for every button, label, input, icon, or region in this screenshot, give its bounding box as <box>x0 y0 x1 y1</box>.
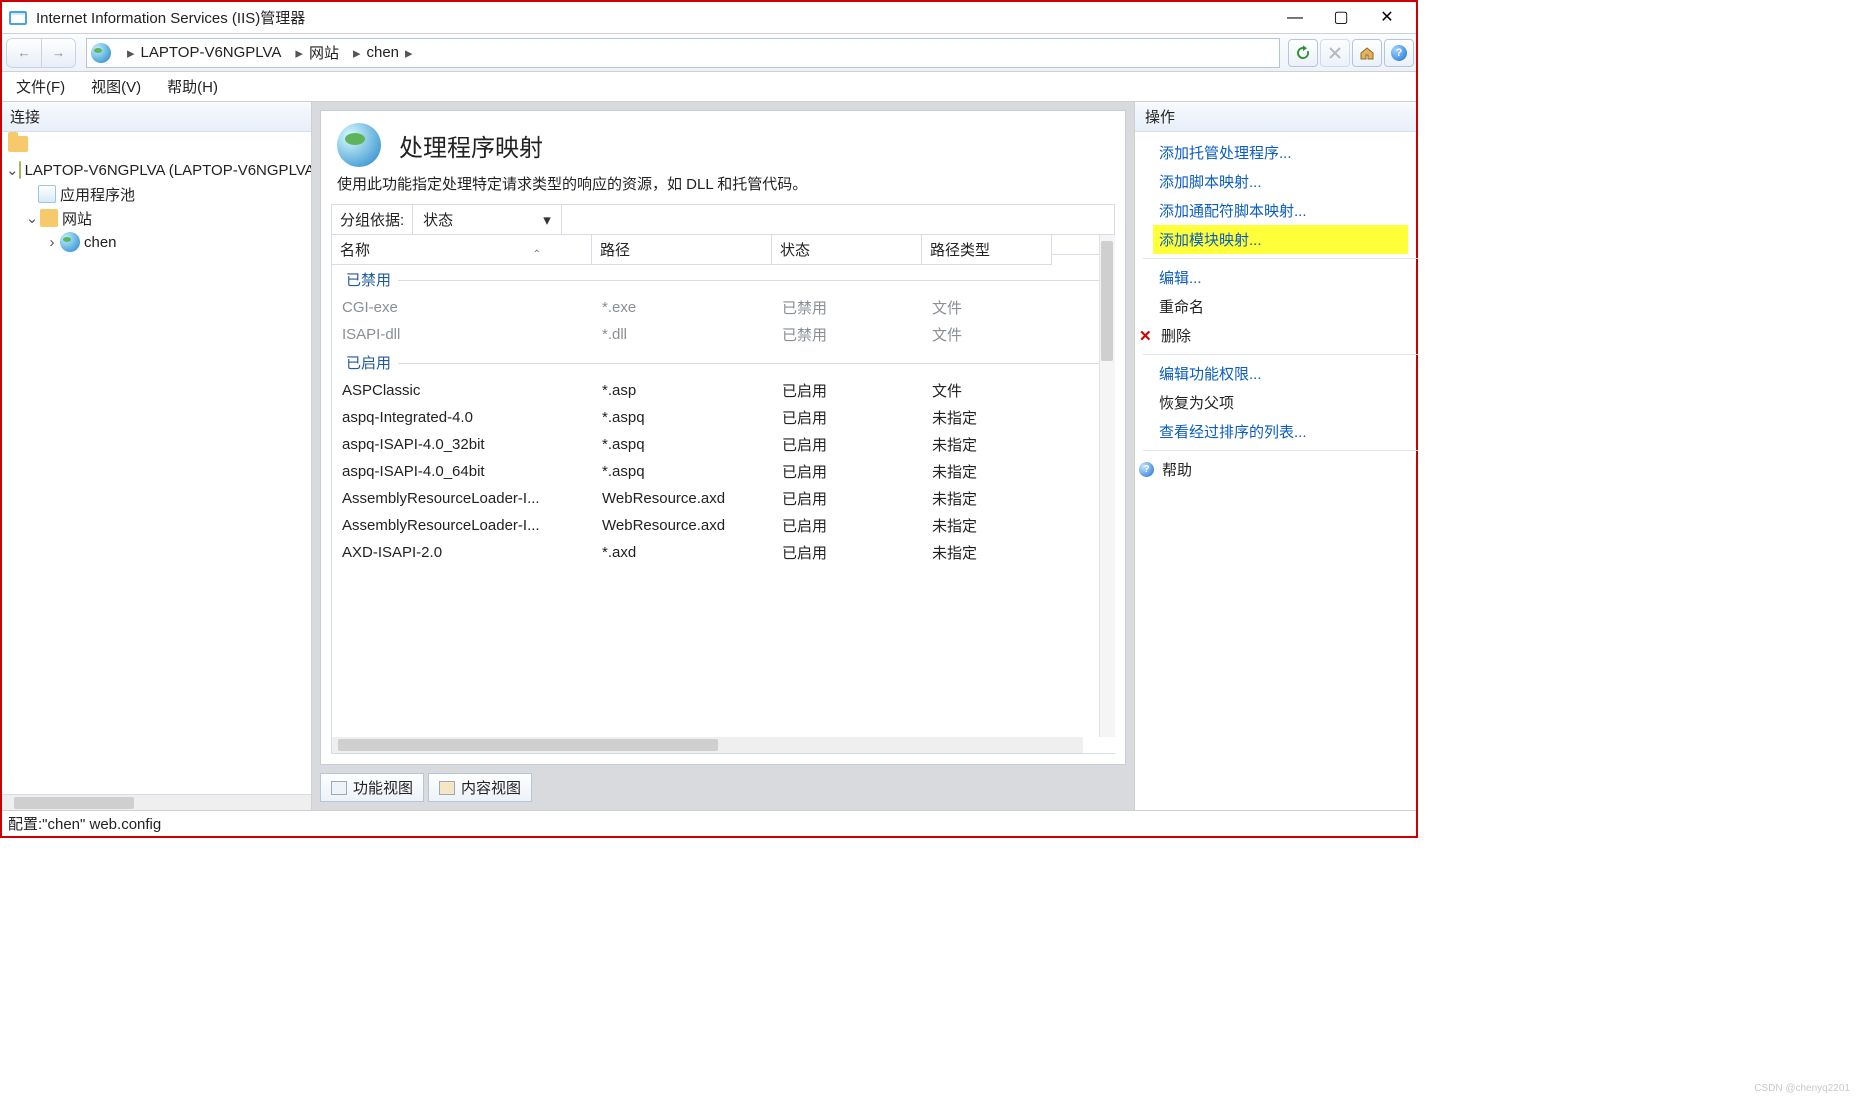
feature-icon <box>337 123 381 167</box>
grid-row[interactable]: aspq-ISAPI-4.0_32bit*.aspq已启用未指定 <box>332 431 1115 458</box>
action-rename[interactable]: 重命名 <box>1153 292 1408 321</box>
grid-row[interactable]: aspq-Integrated-4.0*.aspq已启用未指定 <box>332 404 1115 431</box>
grid-row[interactable]: ISAPI-dll*.dll已禁用文件 <box>332 321 1115 348</box>
help-icon: ? <box>1139 462 1154 477</box>
folder-icon[interactable] <box>8 136 28 152</box>
action-add-managed-handler[interactable]: 添加托管处理程序... <box>1153 138 1408 167</box>
connections-pane: 连接 ⌄ LAPTOP-V6NGPLVA (LAPTOP-V6NGPLVA\use… <box>2 102 312 810</box>
close-button[interactable]: ✕ <box>1364 4 1410 32</box>
action-edit-feature-permissions[interactable]: 编辑功能权限... <box>1153 359 1408 388</box>
col-name[interactable]: 名称 <box>332 235 592 265</box>
tree-sites[interactable]: 网站 <box>62 208 92 229</box>
group-disabled[interactable]: 已禁用 <box>332 265 1115 294</box>
separator <box>1143 354 1418 355</box>
group-by-label: 分组依据: <box>332 205 413 234</box>
action-add-module-map[interactable]: 添加模块映射... <box>1153 225 1408 254</box>
grid-hscroll[interactable] <box>332 737 1083 753</box>
grid-body[interactable]: 已禁用 CGI-exe*.exe已禁用文件 ISAPI-dll*.dll已禁用文… <box>332 265 1115 566</box>
main-panel: 处理程序映射 使用此功能指定处理特定请求类型的响应的资源，如 DLL 和托管代码… <box>320 110 1126 765</box>
grid-row[interactable]: aspq-ISAPI-4.0_64bit*.aspq已启用未指定 <box>332 458 1115 485</box>
window-title: Internet Information Services (IIS)管理器 <box>36 7 1272 28</box>
forward-button[interactable]: → <box>41 39 75 67</box>
watermark: CSDN @chenyq2201 <box>1754 1083 1850 1094</box>
grid-row[interactable]: AssemblyResourceLoader-I...WebResource.a… <box>332 512 1115 539</box>
menu-bar: 文件(F) 视图(V) 帮助(H) <box>2 72 1416 102</box>
tab-content-view[interactable]: 内容视图 <box>428 773 532 802</box>
page-title: 处理程序映射 <box>399 128 543 163</box>
sites-folder-icon <box>40 209 58 227</box>
col-path[interactable]: 路径 <box>592 235 772 265</box>
actions-title: 操作 <box>1135 102 1416 132</box>
grid-row[interactable]: AssemblyResourceLoader-I...WebResource.a… <box>332 485 1115 512</box>
delete-icon: ✕ <box>1139 327 1153 345</box>
separator <box>1143 450 1418 451</box>
status-bar: 配置:"chen" web.config CSDN @chenyq2201 <box>2 810 1416 836</box>
crumb-host[interactable]: LAPTOP-V6NGPLVA <box>141 44 282 61</box>
content-view-icon <box>439 781 455 795</box>
actions-pane: 操作 添加托管处理程序... 添加脚本映射... 添加通配符脚本映射... 添加… <box>1134 102 1416 810</box>
crumb-sites[interactable]: 网站 <box>309 42 339 63</box>
grid-row[interactable]: CGI-exe*.exe已禁用文件 <box>332 294 1115 321</box>
twisty-server[interactable]: ⌄ <box>6 161 19 179</box>
separator <box>1143 258 1418 259</box>
stop-button[interactable] <box>1320 39 1350 67</box>
site-icon <box>60 232 80 252</box>
action-view-ordered-list[interactable]: 查看经过排序的列表... <box>1153 417 1408 446</box>
apppool-icon <box>38 185 56 203</box>
globe-icon <box>91 43 111 63</box>
nav-toolbar: ← → ▸LAPTOP-V6NGPLVA ▸网站 ▸chen▸ ? <box>2 34 1416 72</box>
server-icon <box>19 161 21 179</box>
twisty-sites[interactable]: ⌄ <box>24 209 40 227</box>
minimize-button[interactable]: — <box>1272 4 1318 32</box>
grid-vscroll[interactable] <box>1099 235 1115 737</box>
grid-row[interactable]: ASPClassic*.asp已启用文件 <box>332 377 1115 404</box>
refresh-button[interactable] <box>1288 39 1318 67</box>
tree-server[interactable]: LAPTOP-V6NGPLVA (LAPTOP-V6NGPLVA\user) <box>25 162 311 179</box>
handler-grid: 名称 路径 状态 路径类型 已禁用 CGI-exe*.exe已禁用文件 ISAP… <box>331 235 1115 754</box>
features-view-icon <box>331 781 347 795</box>
tree-hscroll[interactable] <box>2 794 311 810</box>
menu-view[interactable]: 视图(V) <box>91 76 141 97</box>
twisty-chen[interactable]: › <box>44 234 60 251</box>
grid-header[interactable]: 名称 路径 状态 路径类型 <box>332 235 1115 265</box>
action-add-script-map[interactable]: 添加脚本映射... <box>1153 167 1408 196</box>
menu-file[interactable]: 文件(F) <box>16 76 65 97</box>
menu-help[interactable]: 帮助(H) <box>167 76 218 97</box>
action-delete[interactable]: ✕删除 <box>1135 321 1408 350</box>
action-add-wildcard-script-map[interactable]: 添加通配符脚本映射... <box>1153 196 1408 225</box>
group-by-select[interactable]: 状态▾ <box>413 205 562 234</box>
breadcrumb[interactable]: ▸LAPTOP-V6NGPLVA ▸网站 ▸chen▸ <box>86 38 1280 68</box>
page-description: 使用此功能指定处理特定请求类型的响应的资源，如 DLL 和托管代码。 <box>321 171 1125 204</box>
home-button[interactable] <box>1352 39 1382 67</box>
status-text: 配置:"chen" web.config <box>8 813 161 834</box>
col-pathtype[interactable]: 路径类型 <box>922 235 1052 265</box>
action-edit[interactable]: 编辑... <box>1153 263 1408 292</box>
title-bar: Internet Information Services (IIS)管理器 —… <box>2 2 1416 34</box>
grid-row[interactable]: AXD-ISAPI-2.0*.axd已启用未指定 <box>332 539 1115 566</box>
connections-tree[interactable]: ⌄LAPTOP-V6NGPLVA (LAPTOP-V6NGPLVA\user) … <box>2 156 311 794</box>
app-icon <box>8 8 28 28</box>
help-button[interactable]: ? <box>1384 39 1414 67</box>
back-button[interactable]: ← <box>7 39 41 67</box>
maximize-button[interactable]: ▢ <box>1318 4 1364 32</box>
tree-site-chen[interactable]: chen <box>84 234 117 251</box>
col-state[interactable]: 状态 <box>772 235 922 265</box>
tab-features-view[interactable]: 功能视图 <box>320 773 424 802</box>
action-revert-parent[interactable]: 恢复为父项 <box>1153 388 1408 417</box>
connections-title: 连接 <box>2 102 311 132</box>
group-enabled[interactable]: 已启用 <box>332 348 1115 377</box>
tree-apppool[interactable]: 应用程序池 <box>60 184 135 205</box>
crumb-site-chen[interactable]: chen <box>367 44 400 61</box>
action-help[interactable]: ?帮助 <box>1135 455 1408 484</box>
